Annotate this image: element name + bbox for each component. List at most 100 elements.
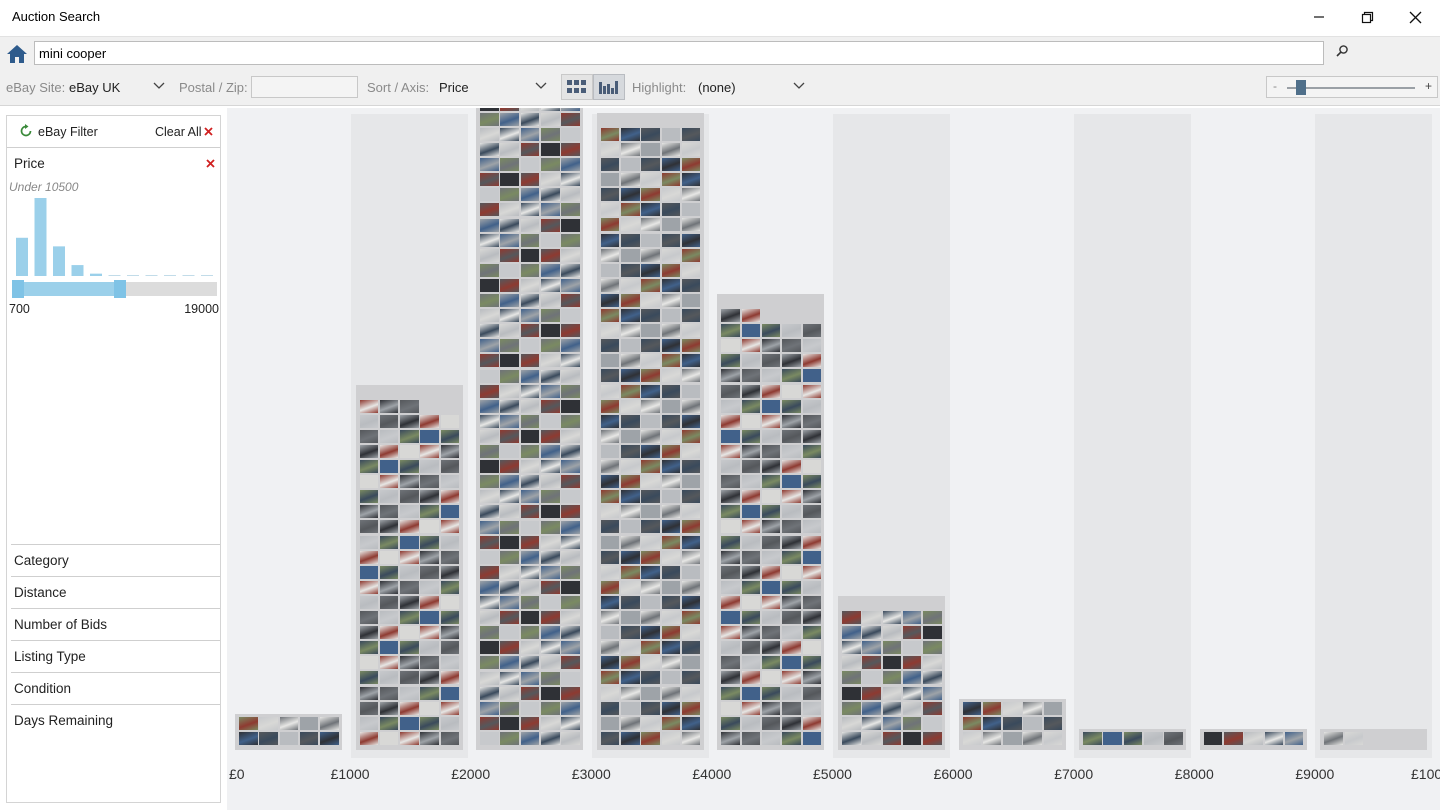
listing-thumbnail[interactable] [379, 475, 399, 489]
listing-thumbnail[interactable] [641, 127, 660, 141]
listing-thumbnail[interactable] [721, 535, 740, 549]
listing-thumbnail[interactable] [681, 278, 701, 292]
listing-thumbnail[interactable] [721, 444, 740, 458]
listing-thumbnail[interactable] [500, 324, 519, 338]
listing-thumbnail[interactable] [420, 520, 439, 534]
listing-thumbnail[interactable] [721, 565, 740, 579]
price-bin-stack[interactable] [838, 596, 945, 750]
listing-thumbnail[interactable] [379, 595, 399, 609]
listing-thumbnail[interactable] [1284, 731, 1304, 745]
listing-thumbnail[interactable] [541, 218, 560, 232]
listing-thumbnail[interactable] [480, 112, 499, 126]
listing-thumbnail[interactable] [561, 460, 580, 474]
listing-thumbnail[interactable] [681, 203, 701, 217]
listing-thumbnail[interactable] [541, 686, 560, 700]
listing-thumbnail[interactable] [600, 535, 620, 549]
listing-thumbnail[interactable] [520, 731, 540, 745]
listing-thumbnail[interactable] [882, 641, 902, 655]
listing-thumbnail[interactable] [681, 369, 701, 383]
listing-thumbnail[interactable] [420, 731, 439, 745]
minimize-button[interactable] [1296, 4, 1342, 30]
listing-thumbnail[interactable] [761, 429, 781, 443]
listing-thumbnail[interactable] [541, 535, 560, 549]
listing-thumbnail[interactable] [480, 490, 499, 504]
listing-thumbnail[interactable] [621, 142, 640, 156]
listing-thumbnail[interactable] [661, 293, 681, 307]
listing-thumbnail[interactable] [500, 520, 519, 534]
listing-thumbnail[interactable] [1083, 731, 1102, 745]
listing-thumbnail[interactable] [400, 505, 419, 519]
listing-thumbnail[interactable] [359, 686, 379, 700]
listing-thumbnail[interactable] [1203, 731, 1223, 745]
listing-thumbnail[interactable] [500, 294, 519, 307]
listing-thumbnail[interactable] [782, 414, 801, 428]
listing-thumbnail[interactable] [761, 611, 781, 625]
listing-thumbnail[interactable] [761, 354, 781, 368]
listing-thumbnail[interactable] [400, 686, 419, 700]
listing-thumbnail[interactable] [500, 188, 519, 202]
listing-thumbnail[interactable] [379, 656, 399, 670]
listing-thumbnail[interactable] [741, 324, 761, 338]
listing-thumbnail[interactable] [1224, 731, 1243, 745]
listing-thumbnail[interactable] [541, 112, 560, 126]
listing-thumbnail[interactable] [561, 550, 580, 564]
listing-thumbnail[interactable] [802, 731, 822, 745]
listing-thumbnail[interactable] [480, 278, 499, 292]
listing-thumbnail[interactable] [520, 565, 540, 579]
listing-thumbnail[interactable] [400, 535, 419, 549]
listing-thumbnail[interactable] [923, 626, 942, 640]
listing-thumbnail[interactable] [741, 535, 761, 549]
listing-thumbnail[interactable] [420, 490, 439, 504]
listing-thumbnail[interactable] [661, 142, 681, 156]
listing-thumbnail[interactable] [561, 520, 580, 534]
listing-thumbnail[interactable] [621, 188, 640, 202]
listing-thumbnail[interactable] [741, 550, 761, 564]
listing-thumbnail[interactable] [480, 384, 499, 398]
listing-thumbnail[interactable] [480, 535, 499, 549]
listing-thumbnail[interactable] [761, 641, 781, 655]
listing-thumbnail[interactable] [359, 565, 379, 579]
listing-thumbnail[interactable] [802, 414, 822, 428]
listing-thumbnail[interactable] [621, 324, 640, 338]
listing-thumbnail[interactable] [480, 173, 499, 187]
listing-thumbnail[interactable] [641, 550, 660, 564]
listing-thumbnail[interactable] [721, 399, 740, 413]
listing-thumbnail[interactable] [561, 218, 580, 232]
listing-thumbnail[interactable] [500, 716, 519, 730]
price-bin-stack[interactable] [235, 713, 342, 750]
price-bin-stack[interactable] [476, 108, 584, 750]
listing-thumbnail[interactable] [1264, 731, 1284, 745]
listing-thumbnail[interactable] [842, 701, 861, 715]
listing-thumbnail[interactable] [480, 445, 499, 458]
listing-thumbnail[interactable] [681, 641, 701, 655]
listing-thumbnail[interactable] [299, 716, 319, 730]
listing-thumbnail[interactable] [520, 218, 540, 232]
listing-thumbnail[interactable] [621, 429, 640, 443]
listing-thumbnail[interactable] [661, 384, 681, 398]
listing-thumbnail[interactable] [741, 641, 761, 655]
listing-thumbnail[interactable] [1043, 716, 1063, 730]
listing-thumbnail[interactable] [440, 414, 460, 428]
listing-thumbnail[interactable] [862, 686, 881, 700]
listing-thumbnail[interactable] [500, 626, 519, 640]
listing-thumbnail[interactable] [681, 414, 701, 428]
listing-thumbnail[interactable] [721, 550, 740, 564]
listing-thumbnail[interactable] [721, 354, 740, 368]
chevron-down-icon[interactable] [534, 81, 548, 91]
listing-thumbnail[interactable] [440, 641, 460, 655]
listing-thumbnail[interactable] [561, 143, 580, 156]
listing-thumbnail[interactable] [641, 475, 660, 489]
listing-thumbnail[interactable] [721, 309, 740, 323]
listing-thumbnail[interactable] [561, 429, 580, 443]
listing-thumbnail[interactable] [641, 641, 660, 655]
listing-thumbnail[interactable] [379, 580, 399, 594]
listing-thumbnail[interactable] [741, 354, 761, 368]
listing-thumbnail[interactable] [600, 142, 620, 156]
listing-thumbnail[interactable] [661, 399, 681, 413]
listing-thumbnail[interactable] [359, 429, 379, 443]
listing-thumbnail[interactable] [782, 354, 801, 368]
listing-thumbnail[interactable] [561, 414, 580, 428]
listing-thumbnail[interactable] [761, 520, 781, 534]
refresh-icon[interactable] [19, 124, 33, 138]
listing-thumbnail[interactable] [480, 611, 499, 625]
